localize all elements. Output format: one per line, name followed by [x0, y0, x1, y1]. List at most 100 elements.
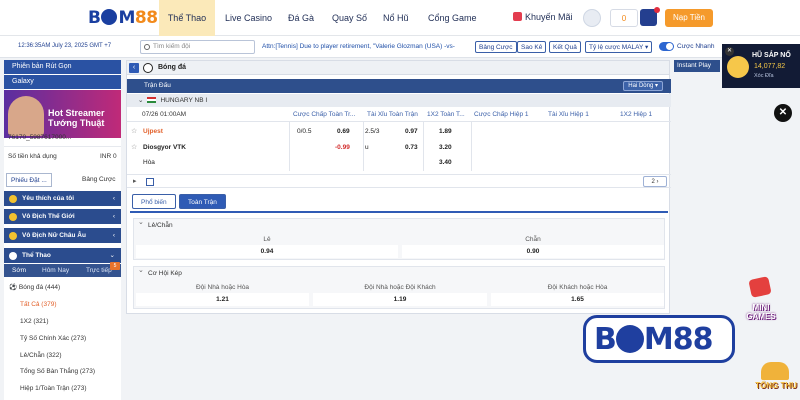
col-ft-1x2: 1X2 Toàn T...	[427, 111, 465, 118]
tab-no-hu[interactable]: Nổ Hũ	[383, 0, 409, 36]
tab-early[interactable]: Sớm	[12, 264, 27, 278]
odd-label: Lẻ	[263, 236, 271, 243]
tab-cong-game[interactable]: Cổng Game	[428, 0, 477, 36]
odds-type-select[interactable]: Tỷ lệ cược MALAY ▾	[585, 41, 653, 53]
home-team: Ujpest	[143, 128, 163, 135]
deposit-button[interactable]: Nạp Tiền	[665, 9, 713, 27]
tab-da-ga[interactable]: Đá Gà	[288, 0, 314, 36]
more-markets-button[interactable]: 2 ›	[643, 176, 667, 187]
odd-even-title[interactable]: Lẻ/Chẵn	[134, 216, 664, 233]
league-row[interactable]: ⌄ HUNGARY NB I	[127, 94, 671, 107]
col-h1-1x2: 1X2 Hiệp 1	[620, 111, 653, 118]
match-tools-row: ▸ 2 ›	[127, 174, 671, 188]
promotions-link[interactable]: Khuyến Mãi	[513, 12, 573, 22]
sport-soccer[interactable]: ⚽ Bóng đá (444)	[9, 283, 60, 291]
filter-correct-score[interactable]: Tỷ Số Chính Xác (273)	[20, 335, 86, 342]
favorite-star-icon[interactable]: ☆	[131, 143, 137, 151]
tab-bet-slip[interactable]: Phiếu Đặt ...	[6, 173, 52, 187]
stats-icon[interactable]	[146, 178, 154, 186]
quick-bet-label: Cược Nhanh	[677, 43, 715, 50]
home-win-odd[interactable]: 1.89	[439, 128, 452, 135]
tab-live-casino[interactable]: Live Casino	[225, 0, 272, 36]
away-team: Diosgyor VTK	[143, 144, 186, 151]
col-ft-over-under: Tài Xỉu Toàn Trận	[367, 111, 418, 118]
match-section-header: Trận Đấu Hai Dòng ▾	[127, 79, 671, 93]
section-favorites[interactable]: Yêu thích của tôi ‹	[4, 191, 121, 206]
over-odd[interactable]: 0.97	[405, 128, 418, 135]
filter-1x2[interactable]: 1X2 (321)	[20, 318, 49, 325]
quick-bet-toggle[interactable]	[659, 42, 674, 51]
brand-logo[interactable]: B M88	[88, 8, 158, 28]
jackpot-widget[interactable]: ✕ HŨ SẮP NỔ 14,077,82 Xóc Đĩa	[722, 44, 800, 88]
filter-all[interactable]: Tất Cả (379)	[20, 301, 57, 308]
home-handicap-line: 0/0.5	[297, 128, 312, 135]
instant-play-tab[interactable]: Instant Play	[674, 60, 720, 72]
filter-total-goals[interactable]: Tổng Số Bàn Thắng (273)	[20, 368, 95, 375]
filter-odd-even[interactable]: Lẻ/Chẵn (322)	[20, 352, 62, 359]
col-h1-over-under: Tài Xỉu Hiệp 1	[548, 111, 589, 118]
dice-icon	[748, 276, 772, 298]
gift-icon	[513, 12, 522, 21]
close-button[interactable]: ✕	[774, 104, 792, 122]
play-icon[interactable]: ▸	[133, 177, 137, 185]
trophy-icon	[9, 213, 17, 221]
top-navigation: B M88 Thể Thao Live Casino Đá Gà Quay Số …	[0, 0, 800, 36]
compact-version-banner[interactable]: Phiên bản Rút Gọn	[4, 60, 121, 74]
under-odd[interactable]: 0.73	[405, 144, 418, 151]
account-id: 76170_5987617000...	[8, 134, 72, 141]
statement-button[interactable]: Sao Kê	[517, 41, 547, 53]
double-chance-title[interactable]: Cơ Hội Kép	[134, 264, 664, 281]
away-handicap-odd[interactable]: -0.99	[335, 144, 350, 151]
bet-list-button[interactable]: Bảng Cược	[475, 41, 517, 53]
away-win-odd[interactable]: 3.20	[439, 144, 452, 151]
odd-value[interactable]: 0.94	[134, 248, 400, 255]
tab-today[interactable]: Hôm Nay	[42, 264, 69, 277]
back-icon[interactable]: ‹	[129, 63, 139, 73]
soccer-ball-icon	[143, 63, 153, 73]
tab-full-match[interactable]: Toàn Trận	[179, 194, 226, 209]
streamer-image	[8, 96, 44, 136]
favorite-star-icon[interactable]: ☆	[131, 127, 137, 135]
tong-thu-button[interactable]: TỔNG THU	[752, 362, 800, 400]
close-icon[interactable]: ✕	[725, 47, 734, 56]
jackpot-value: 14,077,82	[754, 63, 786, 70]
time-filter-tabs: Sớm Hôm Nay Trực tiếp	[4, 264, 121, 278]
team-search-input[interactable]: Tìm kiếm đội	[140, 40, 255, 54]
section-world-cup[interactable]: Vô Địch Thế Giới ‹	[4, 209, 121, 224]
dc-home-away-label: Đội Nhà hoặc Đội Khách	[364, 284, 436, 291]
section-women-euro[interactable]: Vô Địch Nữ Châu Âu ‹	[4, 228, 121, 243]
tab-live[interactable]: Trực tiếp	[86, 264, 112, 277]
hungary-flag-icon	[147, 97, 157, 103]
tab-bet-list[interactable]: Bảng Cược	[78, 173, 120, 187]
tab-popular[interactable]: Phổ biến	[132, 194, 176, 209]
dc-home-draw-odd[interactable]: 1.21	[134, 296, 311, 303]
user-avatar[interactable]	[640, 7, 660, 26]
streamer-promo-banner[interactable]: Hot Streamer Tướng Thuật	[4, 90, 121, 138]
search-icon[interactable]	[583, 9, 601, 27]
dc-home-away-odd[interactable]: 1.19	[311, 296, 489, 303]
galaxy-banner[interactable]: Galaxy	[4, 75, 121, 89]
main-header: ‹ Bóng đá	[127, 61, 669, 75]
tab-the-thao[interactable]: Thể Thao	[159, 0, 215, 36]
even-value[interactable]: 0.90	[400, 248, 666, 255]
star-icon	[9, 195, 17, 203]
dc-home-draw-label: Đội Nhà hoặc Hòa	[195, 284, 250, 291]
home-handicap-odd[interactable]: 0.69	[337, 128, 350, 135]
display-mode-select[interactable]: Hai Dòng ▾	[623, 81, 663, 91]
dc-away-draw-label: Đội Khách hoặc Hòa	[547, 284, 608, 291]
balance-display: 0	[610, 9, 638, 27]
section-sports[interactable]: Thể Thao ⌄	[4, 248, 121, 263]
results-button[interactable]: Kết Quả	[549, 41, 581, 53]
sub-toolbar: 12:36:35AM July 23, 2025 GMT +7 Tìm kiếm…	[0, 36, 800, 58]
news-ticker: Attn:[Tennis] Due to player retirement, …	[262, 43, 455, 50]
tab-quay-so[interactable]: Quay Số	[332, 0, 367, 36]
col-h1-handicap: Cược Chấp Hiệp 1	[474, 111, 529, 118]
live-count-badge: 5	[110, 262, 120, 270]
filter-half-full[interactable]: Hiệp 1/Toàn Trận (273)	[20, 385, 86, 392]
draw-odd[interactable]: 3.40	[439, 159, 452, 166]
col-ft-handicap: Cược Chấp Toàn Tr...	[293, 111, 356, 118]
datetime: 12:36:35AM July 23, 2025 GMT +7	[18, 43, 112, 49]
trophy-icon	[9, 232, 17, 240]
mini-games-button[interactable]: MINI GAMES	[740, 276, 782, 321]
dc-away-draw-odd[interactable]: 1.65	[489, 296, 666, 303]
